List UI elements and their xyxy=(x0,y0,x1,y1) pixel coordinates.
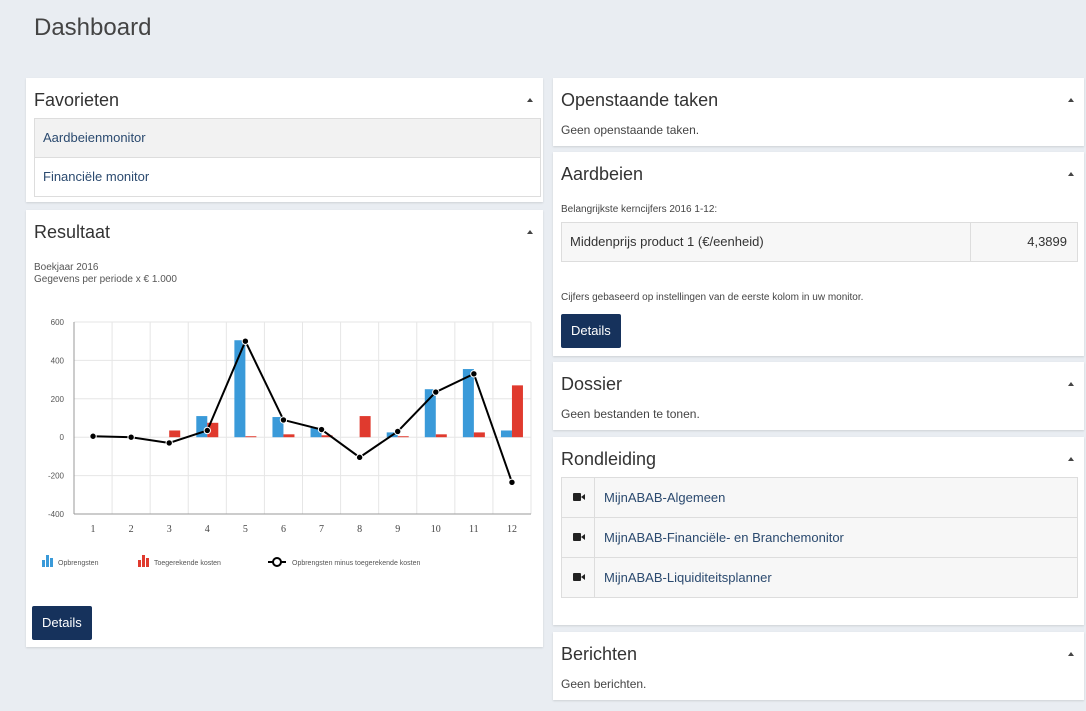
dossier-panel: Dossier Geen bestanden te tonen. xyxy=(553,362,1084,430)
chart-bar-kosten xyxy=(511,385,523,438)
rondleiding-title: Rondleiding xyxy=(561,449,657,469)
page-title: Dashboard xyxy=(34,14,152,41)
favorieten-panel: Favorieten Aardbeienmonitor Financiële m… xyxy=(26,78,543,202)
chart-line-point xyxy=(432,388,440,396)
berichten-title: Berichten xyxy=(561,644,638,664)
collapse-caret-icon[interactable] xyxy=(1068,382,1074,386)
tour-item[interactable]: MijnABAB-Financiële- en Branchemonitor xyxy=(562,518,1077,558)
berichten-panel: Berichten Geen berichten. xyxy=(553,632,1084,700)
chart-bar-kosten xyxy=(359,416,371,438)
video-camera-icon xyxy=(573,573,585,581)
tour-item-label[interactable]: MijnABAB-Financiële- en Branchemonitor xyxy=(604,518,844,557)
chart-x-tick-label: 2 xyxy=(129,524,134,535)
favorite-item[interactable]: Aardbeienmonitor xyxy=(35,119,540,158)
legend-kosten-swatch xyxy=(142,555,145,567)
chart-line-point xyxy=(508,478,516,487)
legend-opbrengsten-swatch xyxy=(46,555,49,567)
collapse-caret-icon[interactable] xyxy=(1068,172,1074,176)
openstaande-taken-panel: Openstaande taken Geen openstaande taken… xyxy=(553,78,1084,146)
chart-line-point xyxy=(470,370,478,378)
aardbeien-title: Aardbeien xyxy=(561,164,644,184)
chart-line-point xyxy=(317,425,326,434)
resultaat-chart: 6004002000-200-4001 2 3 4 5 6 7 8 9 10 11 12Opbreng… xyxy=(42,318,532,567)
video-camera-icon xyxy=(573,533,585,541)
legend-line-swatch xyxy=(272,557,282,567)
legend-kosten-label: Toegerekende kosten xyxy=(154,560,221,567)
chart-y-tick-label: 400 xyxy=(51,356,65,365)
chart-line-point xyxy=(241,337,250,345)
favorite-item[interactable]: Financiële monitor xyxy=(35,158,540,196)
chart-bar-kosten xyxy=(473,432,485,438)
chart-bar-kosten xyxy=(283,434,295,438)
dossier-text: Geen bestanden te tonen. xyxy=(561,407,700,421)
video-camera-icon xyxy=(573,493,585,501)
kpi-row: Middenprijs product 1 (€/eenheid) 4,3899 xyxy=(561,222,1078,262)
chart-bar-kosten xyxy=(245,436,257,438)
openstaande-taken-text: Geen openstaande taken. xyxy=(561,123,700,137)
resultaat-panel: Resultaat Boekjaar 2016 Gegevens per per… xyxy=(26,210,543,647)
kpi-value: 4,3899 xyxy=(1027,234,1067,249)
chart-x-tick-label: 4 xyxy=(205,524,210,535)
chart-line-point xyxy=(203,426,211,435)
chart-line-point xyxy=(127,433,135,441)
chart-bar-kosten xyxy=(169,430,181,438)
chart-x-tick-label: 12 xyxy=(507,524,517,535)
chart-x-tick-label: 11 xyxy=(469,524,479,535)
chart-bar-opbrengsten xyxy=(500,430,512,438)
chart-line-point xyxy=(89,432,97,440)
chart-y-tick-label: -200 xyxy=(48,472,65,481)
tour-item[interactable]: MijnABAB-Algemeen xyxy=(562,478,1077,518)
berichten-text: Geen berichten. xyxy=(561,677,647,691)
chart-y-tick-label: 200 xyxy=(51,395,65,404)
legend-opbrengsten-swatch xyxy=(42,560,45,567)
rondleiding-list: MijnABAB-Algemeen MijnABAB-Financiële- e… xyxy=(561,477,1078,598)
tour-item[interactable]: MijnABAB-Liquiditeitsplanner xyxy=(562,558,1077,597)
legend-opbrengsten-swatch xyxy=(50,558,53,567)
chart-y-tick-label: 600 xyxy=(51,318,65,327)
chart-line-point xyxy=(355,453,364,462)
chart-x-tick-label: 6 xyxy=(281,524,286,535)
resultaat-details-button[interactable]: Details xyxy=(32,606,92,640)
chart-y-tick-label: 0 xyxy=(60,433,65,442)
tour-icon-cell xyxy=(562,478,595,517)
chart-line-point xyxy=(279,416,288,424)
chart-x-tick-label: 9 xyxy=(395,524,400,535)
collapse-caret-icon[interactable] xyxy=(527,98,533,102)
chart-x-tick-label: 5 xyxy=(243,524,248,535)
favorieten-list: Aardbeienmonitor Financiële monitor xyxy=(34,118,541,197)
legend-kosten-swatch xyxy=(146,558,149,567)
tour-icon-cell xyxy=(562,558,595,597)
kpi-divider xyxy=(970,223,971,261)
favorieten-title: Favorieten xyxy=(34,90,120,110)
tour-icon-cell xyxy=(562,518,595,557)
aardbeien-note: Cijfers gebaseerd op instellingen van de… xyxy=(561,292,864,303)
chart-x-tick-label: 10 xyxy=(431,524,441,535)
chart-line-point xyxy=(165,439,173,447)
collapse-caret-icon[interactable] xyxy=(1068,457,1074,461)
collapse-caret-icon[interactable] xyxy=(1068,98,1074,102)
aardbeien-details-button[interactable]: Details xyxy=(561,314,621,348)
chart-x-tick-label: 8 xyxy=(357,524,362,535)
openstaande-taken-title: Openstaande taken xyxy=(561,90,719,110)
kpi-label: Middenprijs product 1 (€/eenheid) xyxy=(570,234,764,249)
chart-line-point xyxy=(394,427,402,436)
legend-line-label: Opbrengsten minus toegerekende kosten xyxy=(292,560,421,567)
legend-kosten-swatch xyxy=(138,560,141,567)
dossier-title: Dossier xyxy=(561,374,623,394)
aardbeien-intro: Belangrijkste kerncijfers 2016 1-12: xyxy=(561,204,718,215)
chart-x-tick-label: 3 xyxy=(167,524,172,535)
aardbeien-panel: Aardbeien Belangrijkste kerncijfers 2016… xyxy=(553,152,1084,356)
collapse-caret-icon[interactable] xyxy=(1068,652,1074,656)
chart-bar-kosten xyxy=(397,436,409,438)
chart-x-tick-label: 7 xyxy=(319,524,324,535)
tour-item-label[interactable]: MijnABAB-Liquiditeitsplanner xyxy=(604,558,772,597)
chart-bar-kosten xyxy=(435,434,447,438)
chart-y-tick-label: -400 xyxy=(48,510,65,519)
rondleiding-panel: Rondleiding MijnABAB-Algemeen MijnABAB-F… xyxy=(553,437,1084,625)
legend-opbrengsten-label: Opbrengsten xyxy=(58,560,99,567)
chart-x-tick-label: 1 xyxy=(91,524,96,535)
tour-item-label[interactable]: MijnABAB-Algemeen xyxy=(604,478,725,517)
